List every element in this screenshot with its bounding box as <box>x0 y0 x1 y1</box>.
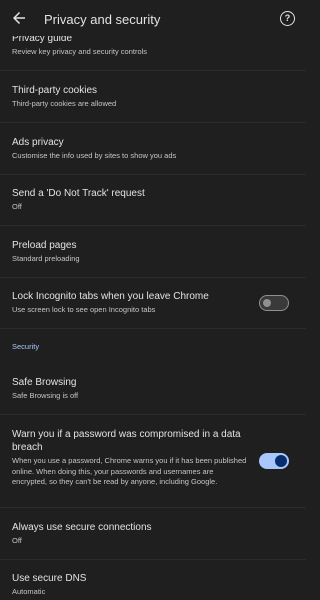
secure-connections-subtitle: Off <box>12 536 22 545</box>
lock-incognito-toggle[interactable] <box>259 295 289 311</box>
toggle-knob <box>275 455 287 467</box>
section-header-security: Security <box>12 342 40 351</box>
page-title: Privacy and security <box>44 12 161 27</box>
third-party-cookies-title: Third-party cookies <box>12 85 98 96</box>
divider <box>0 277 306 278</box>
safe-browsing-title: Safe Browsing <box>12 377 77 388</box>
divider <box>0 122 306 123</box>
divider <box>0 559 306 560</box>
privacy-guide-subtitle: Review key privacy and security controls <box>12 47 148 56</box>
arrow-back-icon[interactable] <box>10 9 28 27</box>
settings-list: Privacy guide Review key privacy and sec… <box>0 0 306 600</box>
preload-pages-title: Preload pages <box>12 240 77 251</box>
help-icon[interactable]: ? <box>280 11 295 26</box>
do-not-track-subtitle: Off <box>12 202 22 211</box>
divider <box>0 70 306 71</box>
preload-pages-subtitle: Standard preloading <box>12 254 80 263</box>
secure-connections-item[interactable]: Always use secure connections Off <box>12 521 294 547</box>
third-party-cookies-subtitle: Third-party cookies are allowed <box>12 99 117 108</box>
secure-dns-subtitle: Automatic <box>12 587 46 596</box>
ads-privacy-subtitle: Customise the info used by sites to show… <box>12 151 177 160</box>
safe-browsing-item[interactable]: Safe Browsing Safe Browsing is off <box>12 376 294 402</box>
ads-privacy-item[interactable]: Ads privacy Customise the info used by s… <box>12 136 294 162</box>
password-breach-toggle[interactable] <box>259 453 289 469</box>
safe-browsing-subtitle: Safe Browsing is off <box>12 391 79 400</box>
app-bar: Privacy and security ? <box>0 0 306 36</box>
divider <box>0 328 306 329</box>
ads-privacy-title: Ads privacy <box>12 137 64 148</box>
secure-connections-title: Always use secure connections <box>12 522 152 533</box>
lock-incognito-subtitle: Use screen lock to see open Incognito ta… <box>12 305 156 314</box>
do-not-track-title: Send a 'Do Not Track' request <box>12 188 145 199</box>
password-breach-subtitle: When you use a password, Chrome warns yo… <box>12 456 247 486</box>
lock-incognito-title: Lock Incognito tabs when you leave Chrom… <box>12 291 209 302</box>
toggle-knob <box>263 298 271 307</box>
password-breach-title: Warn you if a password was compromised i… <box>12 429 241 453</box>
divider <box>0 225 306 226</box>
preload-pages-item[interactable]: Preload pages Standard preloading <box>12 239 294 265</box>
secure-dns-title: Use secure DNS <box>12 573 87 584</box>
divider <box>0 414 306 415</box>
lock-incognito-item[interactable]: Lock Incognito tabs when you leave Chrom… <box>12 290 246 316</box>
divider <box>0 174 306 175</box>
divider <box>0 507 306 508</box>
secure-dns-item[interactable]: Use secure DNS Automatic <box>12 572 294 598</box>
third-party-cookies-item[interactable]: Third-party cookies Third-party cookies … <box>12 84 294 110</box>
password-breach-item[interactable]: Warn you if a password was compromised i… <box>12 428 248 488</box>
do-not-track-item[interactable]: Send a 'Do Not Track' request Off <box>12 187 294 213</box>
